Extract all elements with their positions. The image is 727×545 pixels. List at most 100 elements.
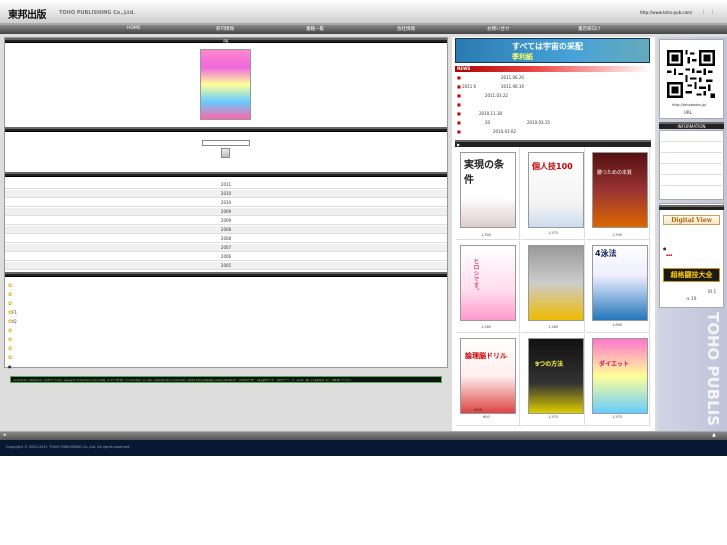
nav-contact[interactable]: お問い合せ (487, 26, 510, 32)
link-item[interactable]: ✿ (8, 291, 12, 299)
book-price: 1,300 (481, 233, 492, 237)
search-input[interactable] (202, 140, 250, 146)
year-row[interactable]: 2007 (5, 244, 447, 252)
news-item[interactable]: ■ 2011 6 2011.06.19 (457, 83, 647, 91)
book-price: 1,890 (612, 323, 623, 327)
book-cover[interactable]: 実現の条件 (460, 152, 516, 228)
news-bullet-icon: ■ (457, 120, 461, 125)
site-logo[interactable]: 東邦出版 (8, 6, 47, 21)
nav-for-bookstores[interactable]: 書店様向け (578, 26, 601, 32)
book-price: 1,260 (481, 325, 492, 329)
scroll-up-icon[interactable]: ▲ (712, 432, 716, 438)
year-row[interactable]: 2006 (5, 253, 447, 261)
news-item[interactable]: ■ 2011.03.22 (457, 92, 647, 100)
information-header: INFORMATION (659, 122, 724, 129)
pr-book-image[interactable] (200, 49, 251, 120)
divider (661, 152, 722, 153)
year-row[interactable]: 2009 (5, 217, 447, 225)
main-nav (0, 24, 727, 34)
link-item[interactable]: ✿ (8, 354, 12, 362)
counter-code-box[interactable]: <counter-data><a href="rcan-npaeys">Coun… (10, 376, 442, 383)
section-header-years (5, 172, 447, 177)
nav-company[interactable]: 会社情報 (397, 26, 415, 32)
link-item[interactable]: ✿ (8, 282, 12, 290)
news-bullet-icon: ■ (457, 84, 461, 89)
news-bullet-icon: ■ (457, 93, 461, 98)
book-cover[interactable]: 9つの方法 (528, 338, 584, 414)
star-icon: ✿ (8, 292, 13, 298)
news-item[interactable]: ■ 20 2010.03.15 (457, 119, 647, 127)
news-bullet-icon: ■ (457, 102, 461, 107)
scroll-left-icon[interactable]: ◂ (3, 432, 6, 438)
news-item[interactable]: ■ 2011.06.20 (457, 74, 647, 82)
link-item[interactable]: ✿ (8, 327, 12, 335)
star-icon: ✿ (8, 355, 13, 361)
bottom-bar (0, 431, 727, 440)
year-row[interactable]: 2010 (5, 190, 447, 198)
new-label: NEW (474, 408, 483, 412)
book-price: 1,260 (548, 325, 559, 329)
digital-view-logo[interactable]: Digital View (663, 215, 720, 225)
year-row[interactable]: 2009 (5, 208, 447, 216)
book-cover[interactable]: 勝つための本質 (592, 152, 648, 228)
star-icon: ✿ (8, 337, 13, 343)
section-header-links (5, 272, 447, 277)
banner-title: すべては宇宙の采配 (512, 41, 583, 51)
link-item[interactable]: ✿ (8, 300, 12, 308)
book-cover[interactable]: 個人技100 (528, 152, 584, 228)
divider (661, 141, 722, 142)
separator-icon: | (703, 9, 705, 14)
news-header: NEWS (455, 66, 651, 72)
link-item[interactable]: ✿ (8, 336, 12, 344)
search-button[interactable] (221, 148, 230, 158)
divider (661, 174, 722, 175)
book-price: 600 (483, 415, 490, 419)
year-row[interactable]: 2008 (5, 235, 447, 243)
link-label: IQ (12, 319, 17, 324)
year-row[interactable]: 2005 (5, 262, 447, 270)
bullet-item: ● (8, 364, 12, 369)
year-row[interactable]: 2010 (5, 199, 447, 207)
side-note: IO 1 (708, 289, 717, 294)
book-price: 1,500 (612, 233, 623, 237)
book-cover[interactable]: ダイエット (592, 338, 648, 414)
banner-subtitle: 季利紙 (512, 53, 533, 61)
section-header-search (5, 127, 447, 132)
link-item[interactable]: ✿F1 (8, 309, 17, 317)
nav-home[interactable]: HOME (127, 26, 141, 31)
nav-book-list[interactable]: 書籍一覧 (306, 26, 324, 32)
separator-icon: | (712, 9, 714, 14)
year-row[interactable]: 2011 (5, 181, 447, 189)
year-row[interactable]: 2008 (5, 226, 447, 234)
news-bullet-icon: ■ (457, 111, 461, 116)
star-icon: ✿ (8, 301, 13, 307)
book-cover[interactable] (528, 245, 584, 321)
left-column: PR 2011 2010 2010 2009 2009 2008 2008 20… (4, 37, 448, 369)
bullet-item: ● (663, 246, 667, 251)
news-item[interactable]: ■ 2010.11.18 (457, 110, 647, 118)
book-cover[interactable]: ヒロシです。 (460, 245, 516, 321)
news-bullet-icon: ■ (457, 75, 461, 80)
book-cover[interactable]: 4泳法 (592, 245, 648, 321)
news-bullet-icon: ■ (457, 129, 461, 134)
rankings-logo[interactable]: 超格闘技大全 (663, 268, 720, 282)
qr-label: URL (684, 110, 692, 115)
news-item[interactable]: ■ (457, 101, 647, 109)
link-label: F1 (12, 310, 18, 315)
star-icon: ✿ (8, 328, 13, 334)
link-item[interactable]: ✿IQ (8, 318, 17, 326)
star-icon: ✿ (8, 283, 13, 289)
copyright-text: Copyright © 2003-2011 TOHO PUBLISHING Co… (6, 445, 131, 449)
digital-view-header (659, 205, 724, 210)
books-header: ▶ (455, 140, 651, 147)
vertical-brand-text: TOHO PUBLIS (704, 312, 722, 427)
link-item[interactable]: ✿ (8, 345, 12, 353)
divider (661, 185, 722, 186)
qr-url[interactable]: http://tohobooks.jp/ (672, 103, 706, 107)
news-item[interactable]: ■ 2010.03.02 (457, 128, 647, 136)
site-url[interactable]: http://www.toho-pub.com/ (640, 10, 692, 15)
book-cover[interactable]: 論理脳ドリル (460, 338, 516, 414)
qr-code-icon[interactable] (667, 50, 715, 98)
nav-new-releases[interactable]: 新刊情報 (216, 26, 234, 32)
book-price: 1,575 (548, 415, 559, 419)
